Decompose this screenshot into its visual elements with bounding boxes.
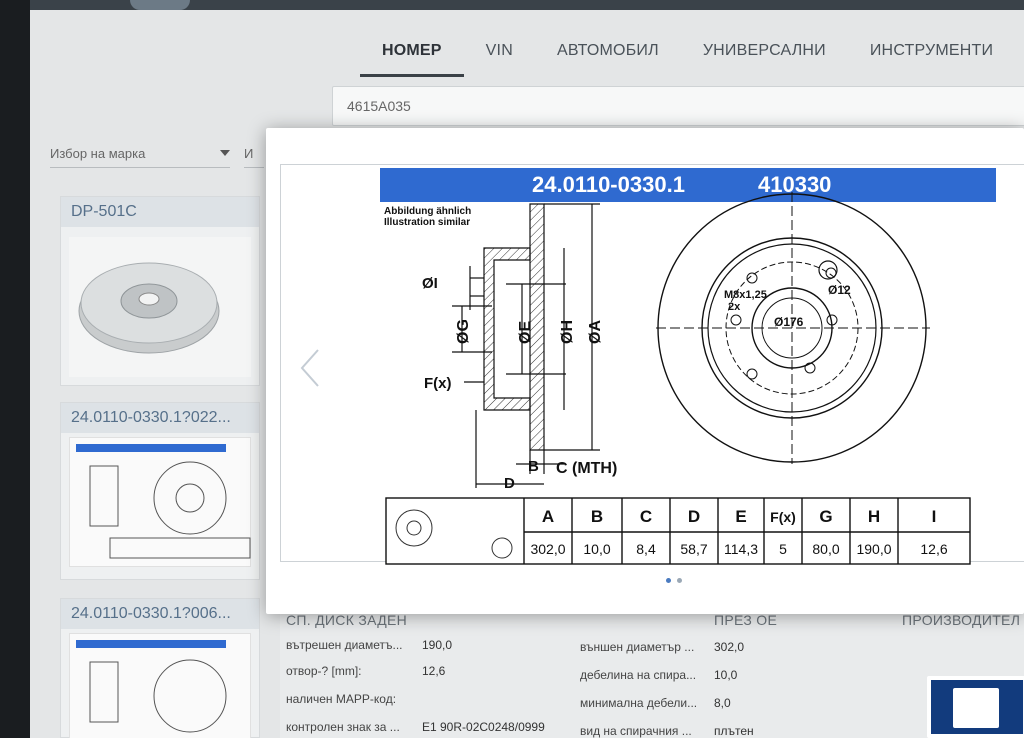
table-header: F(x) xyxy=(770,509,796,525)
drawing-thumbnail xyxy=(69,437,251,567)
brake-disc-image xyxy=(69,237,251,377)
table-value: 5 xyxy=(779,541,787,557)
bolt-count: 2x xyxy=(728,301,741,313)
dim-label: C (MTH) xyxy=(556,460,617,477)
side-section-view xyxy=(452,203,600,488)
dim-label: F(x) xyxy=(424,375,452,392)
tab-universal[interactable]: УНИВЕРСАЛНИ xyxy=(681,36,848,77)
second-select[interactable]: И xyxy=(244,146,264,168)
drawing-note: Illustration similar xyxy=(384,217,470,228)
ate-logo xyxy=(927,676,1024,738)
dim-label: D xyxy=(504,475,515,492)
chevron-down-icon xyxy=(220,150,230,156)
table-value: 190,0 xyxy=(856,541,891,557)
table-value: 12,6 xyxy=(920,541,947,557)
pcd-label: Ø176 xyxy=(774,315,804,329)
tab-vehicle[interactable]: АВТОМОБИЛ xyxy=(535,36,681,77)
details-panel: СП. ДИСК ЗАДЕН ПРЕЗ ОЕ ПРОИЗВОДИТЕЛ вътр… xyxy=(280,604,1024,738)
carousel-dot[interactable] xyxy=(666,578,671,583)
dim-label: ØA xyxy=(587,320,604,344)
details-header-manufacturer: ПРОИЗВОДИТЕЛ xyxy=(902,612,1021,628)
details-header-oe: ПРЕЗ ОЕ xyxy=(714,612,778,628)
search-input[interactable]: 4615A035 xyxy=(332,86,1024,126)
dim-label: ØE xyxy=(517,321,534,344)
drawing-header-bar xyxy=(380,168,996,202)
carousel-dots xyxy=(666,578,682,583)
tab-tools[interactable]: ИНСТРУМЕНТИ xyxy=(848,36,1015,77)
chevron-left-icon xyxy=(300,349,319,387)
dim-label: ØI xyxy=(422,275,438,292)
hole-label: Ø12 xyxy=(828,283,851,297)
table-value: 58,7 xyxy=(680,541,707,557)
table-header: H xyxy=(868,507,880,526)
top-bar xyxy=(30,0,1024,10)
bolt-label: M8x1,25 xyxy=(724,289,767,301)
part-number: 24.0110-0330.1 xyxy=(532,172,685,197)
table-value: 302,0 xyxy=(530,541,565,557)
table-header: I xyxy=(932,507,937,526)
dim-label: ØH xyxy=(559,320,576,344)
table-header: B xyxy=(591,507,603,526)
tab-number[interactable]: НОМЕР xyxy=(360,36,464,77)
image-viewer-modal: 24.0110-0330.1 410330 Abbildung ähnlich … xyxy=(266,128,1024,614)
tab-vin[interactable]: VIN xyxy=(464,36,535,77)
carousel-dot[interactable] xyxy=(677,578,682,583)
result-card[interactable]: 24.0110-0330.1?006... xyxy=(60,598,260,738)
table-value: 8,4 xyxy=(636,541,656,557)
result-card[interactable]: DP-501C xyxy=(60,196,260,386)
main-nav: НОМЕР VIN АВТОМОБИЛ УНИВЕРСАЛНИ ИНСТРУМЕ… xyxy=(360,36,1015,77)
dim-label: B xyxy=(528,458,539,475)
technical-drawing: 24.0110-0330.1 410330 Abbildung ähnlich … xyxy=(380,168,996,565)
card-title: DP-501C xyxy=(61,197,259,227)
logo xyxy=(130,0,190,10)
drawing-thumbnail xyxy=(69,633,251,738)
table-header: A xyxy=(542,507,554,526)
table-header: C xyxy=(640,507,652,526)
details-header: СП. ДИСК ЗАДЕН xyxy=(286,612,408,628)
card-title: 24.0110-0330.1?006... xyxy=(61,599,259,629)
table-value: 10,0 xyxy=(583,541,610,557)
brand-select[interactable]: Избор на марка xyxy=(50,146,230,168)
dim-label: ØG xyxy=(455,319,472,344)
table-value: 114,3 xyxy=(724,541,758,557)
card-title: 24.0110-0330.1?022... xyxy=(61,403,259,433)
brand-select-label: Избор на марка xyxy=(50,146,146,161)
result-card[interactable]: 24.0110-0330.1?022... xyxy=(60,402,260,580)
table-header: D xyxy=(688,507,700,526)
ref-number: 410330 xyxy=(758,172,831,197)
table-header: G xyxy=(819,507,832,526)
table-value: 80,0 xyxy=(812,541,839,557)
table-header: E xyxy=(735,507,746,526)
previous-image-button[interactable] xyxy=(296,346,326,390)
drawing-note: Abbildung ähnlich xyxy=(384,206,471,217)
